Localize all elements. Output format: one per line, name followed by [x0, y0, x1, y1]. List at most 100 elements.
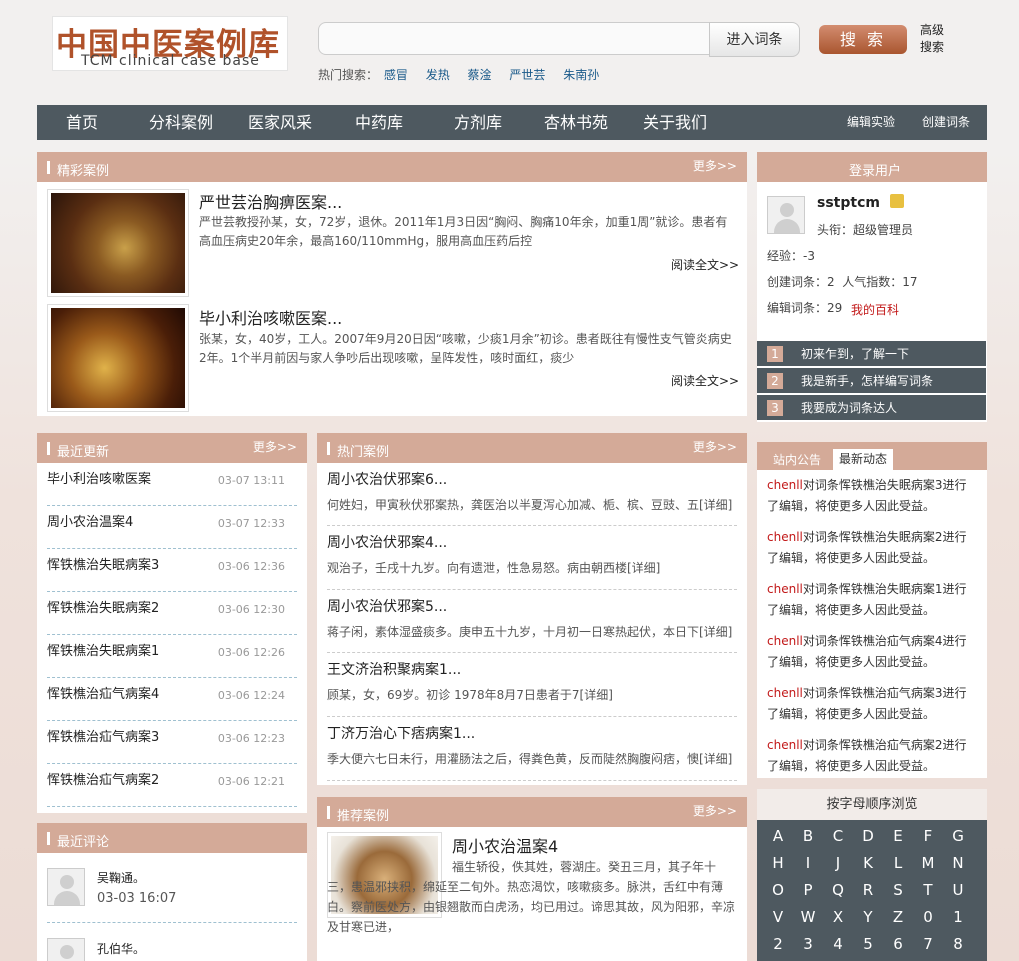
nav-edit-experiment[interactable]: 编辑实验: [847, 105, 895, 140]
letter-link[interactable]: Z: [888, 908, 908, 926]
letter-link[interactable]: 0: [918, 908, 938, 926]
search-input[interactable]: [318, 22, 710, 55]
letter-link[interactable]: F: [918, 827, 938, 845]
letter-link[interactable]: P: [798, 881, 818, 899]
letter-link[interactable]: 5: [858, 935, 878, 953]
list-item[interactable]: 周小农治伏邪案6... 何姓妇，甲寅秋伏邪案热，龚医治以半夏泻心加减、栀、槟、豆豉…: [327, 463, 737, 526]
letter-link[interactable]: 1: [948, 908, 968, 926]
enter-entry-button[interactable]: 进入词条: [709, 22, 800, 57]
letter-link[interactable]: W: [798, 908, 818, 926]
letter-link[interactable]: V: [768, 908, 788, 926]
letter-link[interactable]: S: [888, 881, 908, 899]
list-item[interactable]: 周小农治伏邪案5... 蒋子闲，素体湿盛痰多。庚申五十九岁，十月初一日寒热起伏，本…: [327, 590, 737, 653]
help-item[interactable]: 1 初来乍到，了解一下: [757, 341, 986, 366]
case-title[interactable]: 周小农治温案4: [452, 833, 558, 857]
notice-item[interactable]: chenll对词条恽铁樵治失眠病案2进行了编辑，将使更多人因此受益。: [767, 527, 977, 569]
my-wiki-link[interactable]: 我的百科: [851, 301, 899, 318]
list-item[interactable]: 周小农治温案4 03-07 12:33: [47, 506, 297, 549]
letter-link[interactable]: 3: [798, 935, 818, 953]
list-item[interactable]: 毕小利治咳嗽医案 03-07 13:11: [47, 463, 297, 506]
letter-link[interactable]: C: [828, 827, 848, 845]
letter-link[interactable]: L: [888, 854, 908, 872]
nav-specialty-cases[interactable]: 分科案例: [149, 105, 213, 140]
list-item[interactable]: 丁济万治心下痞病案1... 季大便六七日未行，用灌肠法之后，得粪色黄，反而陡然胸腹…: [327, 717, 737, 781]
list-item[interactable]: 恽铁樵治失眠病案2 03-06 12:30: [47, 592, 297, 635]
help-item[interactable]: 2 我是新手，怎样编写词条: [757, 368, 986, 393]
recommended-more-link[interactable]: 更多>>: [693, 802, 737, 819]
notice-item[interactable]: chenll对词条恽铁樵治失眠病案3进行了编辑，将使更多人因此受益。: [767, 475, 977, 517]
username[interactable]: sstptcm: [817, 195, 880, 211]
letter-link[interactable]: N: [948, 854, 968, 872]
letter-link[interactable]: Y: [858, 908, 878, 926]
letter-link[interactable]: J: [828, 854, 848, 872]
list-item[interactable]: 恽铁樵治疝气病案4 03-06 12:24: [47, 678, 297, 721]
read-more-link[interactable]: 阅读全文>>: [671, 256, 739, 273]
notice-item[interactable]: chenll对词条恽铁樵治失眠病案1进行了编辑，将使更多人因此受益。: [767, 579, 977, 621]
hot-keyword[interactable]: 感冒: [384, 68, 408, 82]
featured-more-link[interactable]: 更多>>: [693, 157, 737, 174]
letter-link[interactable]: 4: [828, 935, 848, 953]
letter-link[interactable]: R: [858, 881, 878, 899]
letter-link[interactable]: 8: [948, 935, 968, 953]
hot-keyword[interactable]: 严世芸: [509, 68, 545, 82]
letter-link[interactable]: K: [858, 854, 878, 872]
comment-author[interactable]: 孔伯华。: [97, 940, 145, 957]
site-logo[interactable]: 中国中医案例库 TCM clinical case base: [52, 16, 288, 71]
nav-create-entry[interactable]: 创建词条: [922, 105, 970, 140]
list-item[interactable]: 周小农治伏邪案4... 观治子，壬戌十九岁。向有遗泄，性急易怒。病由朝西楼[详细]: [327, 526, 737, 590]
letter-link[interactable]: A: [768, 827, 788, 845]
hot-cases-more-link[interactable]: 更多>>: [693, 438, 737, 455]
hot-keyword[interactable]: 发热: [426, 68, 450, 82]
letter-link[interactable]: E: [888, 827, 908, 845]
letter-link[interactable]: Q: [828, 881, 848, 899]
avatar[interactable]: [47, 938, 85, 961]
letter-link[interactable]: G: [948, 827, 968, 845]
notice-item[interactable]: chenll对词条恽铁樵治疝气病案3进行了编辑，将使更多人因此受益。: [767, 683, 977, 725]
logo-en: TCM clinical case base: [81, 53, 260, 69]
letter-link[interactable]: 2: [768, 935, 788, 953]
nav-about[interactable]: 关于我们: [643, 105, 707, 140]
letter-link[interactable]: 6: [888, 935, 908, 953]
case-title[interactable]: 毕小利治咳嗽医案...: [199, 305, 342, 329]
hot-keyword[interactable]: 朱南孙: [563, 68, 599, 82]
list-item[interactable]: 恽铁樵治疝气病案3 03-06 12:23: [47, 721, 297, 764]
letter-link[interactable]: I: [798, 854, 818, 872]
nav-formulas[interactable]: 方剂库: [454, 105, 502, 140]
tab-announcements[interactable]: 站内公告: [773, 451, 821, 468]
list-item[interactable]: 恽铁樵治失眠病案3 03-06 12:36: [47, 549, 297, 592]
nav-home[interactable]: 首页: [66, 105, 98, 140]
hot-keyword[interactable]: 蔡淦: [468, 68, 492, 82]
notice-item[interactable]: chenll对词条恽铁樵治疝气病案2进行了编辑，将使更多人因此受益。: [767, 735, 977, 777]
nav-herbs[interactable]: 中药库: [355, 105, 403, 140]
notice-item[interactable]: chenll对词条恽铁樵治疝气病案4进行了编辑，将使更多人因此受益。: [767, 631, 977, 673]
comments-title: 最近评论: [57, 835, 110, 850]
letter-link[interactable]: U: [948, 881, 968, 899]
tab-latest[interactable]: 最新动态: [833, 449, 893, 470]
letter-grid: ABCDEFG HIJKLMN OPQRSTU VWXYZ01 2345678: [757, 820, 987, 961]
help-item[interactable]: 3 我要成为词条达人: [757, 395, 986, 420]
letter-link[interactable]: T: [918, 881, 938, 899]
search-button[interactable]: 搜 索: [819, 25, 907, 54]
case-title[interactable]: 严世芸治胸痹医案...: [199, 189, 342, 213]
case-image[interactable]: [47, 304, 189, 412]
list-item[interactable]: 恽铁樵治疝气病案2 03-06 12:21: [47, 764, 297, 807]
recent-more-link[interactable]: 更多>>: [253, 438, 297, 455]
list-item[interactable]: 恽铁樵治失眠病案1 03-06 12:26: [47, 635, 297, 678]
letter-link[interactable]: M: [918, 854, 938, 872]
read-more-link[interactable]: 阅读全文>>: [671, 372, 739, 389]
hot-cases-header: 热门案例 更多>>: [317, 433, 747, 463]
advanced-search-link[interactable]: 高级搜索: [920, 22, 950, 56]
nav-books[interactable]: 杏林书苑: [544, 105, 608, 140]
letter-link[interactable]: H: [768, 854, 788, 872]
nav-physicians[interactable]: 医家风采: [248, 105, 312, 140]
letter-link[interactable]: B: [798, 827, 818, 845]
letter-link[interactable]: X: [828, 908, 848, 926]
comment-author[interactable]: 吴鞠通。: [97, 869, 145, 886]
letter-link[interactable]: O: [768, 881, 788, 899]
case-image[interactable]: [47, 189, 189, 297]
avatar[interactable]: [767, 196, 805, 234]
avatar[interactable]: [47, 868, 85, 906]
letter-link[interactable]: 7: [918, 935, 938, 953]
list-item[interactable]: 王文济治积聚病案1... 顾某，女，69岁。初诊 1978年8月7日患者于7[详细…: [327, 653, 737, 717]
letter-link[interactable]: D: [858, 827, 878, 845]
